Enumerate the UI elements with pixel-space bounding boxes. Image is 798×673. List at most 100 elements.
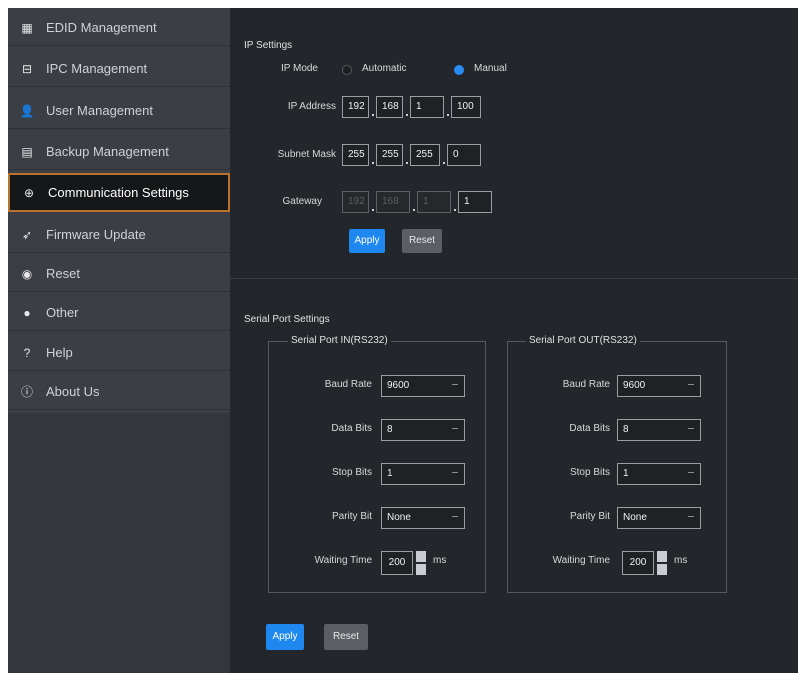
ip-apply-button[interactable]: Apply [349, 229, 385, 253]
out-data-bits-select[interactable]: 8 [617, 419, 701, 441]
gateway-octet-4-input[interactable]: 1 [458, 191, 492, 213]
reset-icon: ◉ [21, 266, 33, 281]
out-waiting-time-unit: ms [674, 555, 688, 566]
serial-reset-button[interactable]: Reset [324, 624, 368, 650]
mask-octet-3-input[interactable]: 255 [410, 144, 440, 166]
spin-up-icon[interactable] [657, 551, 667, 562]
globe-icon: ⊕ [23, 185, 35, 200]
chevron-down-icon [688, 472, 694, 473]
out-baud-select[interactable]: 9600 [617, 375, 701, 397]
ip-separator [406, 114, 408, 116]
sidebar-item-label: IPC Management [46, 61, 148, 76]
sidebar-item-about-us[interactable]: ⓘ About Us [8, 374, 230, 410]
serial-in-legend: Serial Port IN(RS232) [288, 335, 391, 346]
sidebar-item-edid-management[interactable]: ▦ EDID Management [8, 10, 230, 46]
spin-up-icon[interactable] [416, 551, 426, 562]
mask-separator [372, 162, 374, 164]
sidebar-item-label: User Management [46, 103, 153, 118]
out-stop-bits-select[interactable]: 1 [617, 463, 701, 485]
rocket-icon: ➶ [21, 227, 33, 242]
in-parity-label: Parity Bit [331, 511, 372, 522]
sidebar: ▦ EDID Management ⊟ IPC Management 👤 Use… [8, 8, 230, 673]
out-waiting-time-label: Waiting Time [552, 555, 610, 566]
sidebar-item-communication-settings[interactable]: ⊕ Communication Settings [8, 173, 230, 212]
info-icon: ⓘ [20, 385, 33, 399]
serial-out-legend: Serial Port OUT(RS232) [526, 335, 640, 346]
in-stop-bits-select[interactable]: 1 [381, 463, 465, 485]
serial-apply-button[interactable]: Apply [266, 624, 304, 650]
sidebar-item-help[interactable]: ? Help [8, 335, 230, 371]
sidebar-item-firmware-update[interactable]: ➶ Firmware Update [8, 217, 230, 253]
sidebar-item-label: Help [46, 345, 73, 360]
spin-down-icon[interactable] [657, 564, 667, 575]
mask-octet-1-input[interactable]: 255 [342, 144, 369, 166]
ip-mode-automatic-label: Automatic [362, 63, 407, 74]
out-stop-bits-label: Stop Bits [569, 467, 610, 478]
mask-octet-4-input[interactable]: 0 [447, 144, 481, 166]
app-window: ▦ EDID Management ⊟ IPC Management 👤 Use… [8, 8, 798, 673]
backup-icon: ▤ [21, 144, 33, 159]
out-baud-value: 9600 [623, 380, 646, 391]
ip-mode-label: IP Mode [280, 63, 318, 74]
ip-address-label: IP Address [287, 101, 336, 112]
in-baud-select[interactable]: 9600 [381, 375, 465, 397]
sidebar-item-ipc-management[interactable]: ⊟ IPC Management [8, 51, 230, 87]
ip-mode-manual-radio[interactable] [454, 65, 464, 75]
sidebar-item-label: Communication Settings [48, 185, 189, 200]
sidebar-item-reset[interactable]: ◉ Reset [8, 256, 230, 292]
chevron-down-icon [452, 384, 458, 385]
chevron-down-icon [688, 428, 694, 429]
out-data-bits-value: 8 [623, 424, 629, 435]
out-data-bits-label: Data Bits [569, 423, 610, 434]
subnet-mask-label: Subnet Mask [277, 149, 336, 160]
out-baud-label: Baud Rate [562, 379, 610, 390]
in-parity-select[interactable]: None [381, 507, 465, 529]
in-waiting-time-label: Waiting Time [314, 555, 372, 566]
ip-octet-4-input[interactable]: 100 [451, 96, 481, 118]
ip-separator [447, 114, 449, 116]
gateway-separator [454, 209, 456, 211]
out-waiting-time-input[interactable]: 200 [622, 551, 654, 575]
chevron-down-icon [688, 516, 694, 517]
in-waiting-time-input[interactable]: 200 [381, 551, 413, 575]
in-data-bits-label: Data Bits [331, 423, 372, 434]
chevron-down-icon [452, 472, 458, 473]
sidebar-item-label: Backup Management [46, 144, 169, 159]
in-baud-value: 9600 [387, 380, 410, 391]
gateway-octet-1-input[interactable]: 192 [342, 191, 369, 213]
chevron-down-icon [452, 428, 458, 429]
in-baud-label: Baud Rate [324, 379, 372, 390]
in-stop-bits-value: 1 [387, 468, 393, 479]
sidebar-item-backup-management[interactable]: ▤ Backup Management [8, 134, 230, 170]
sidebar-item-label: EDID Management [46, 20, 157, 35]
out-parity-value: None [623, 512, 647, 523]
out-waiting-time-stepper[interactable] [657, 551, 667, 575]
sidebar-item-other[interactable]: ● Other [8, 295, 230, 331]
section-divider [230, 278, 798, 279]
in-stop-bits-label: Stop Bits [331, 467, 372, 478]
ip-octet-2-input[interactable]: 168 [376, 96, 403, 118]
mask-separator [443, 162, 445, 164]
ip-reset-button[interactable]: Reset [402, 229, 442, 253]
in-waiting-time-stepper[interactable] [416, 551, 426, 575]
ip-octet-3-input[interactable]: 1 [410, 96, 444, 118]
in-data-bits-select[interactable]: 8 [381, 419, 465, 441]
out-stop-bits-value: 1 [623, 468, 629, 479]
ip-settings-title: IP Settings [244, 40, 293, 51]
grid-icon: ▦ [21, 20, 33, 35]
out-parity-select[interactable]: None [617, 507, 701, 529]
ip-mode-automatic-radio[interactable] [342, 65, 352, 75]
gateway-octet-3-input[interactable]: 1 [417, 191, 451, 213]
spin-down-icon[interactable] [416, 564, 426, 575]
mask-octet-2-input[interactable]: 255 [376, 144, 403, 166]
gateway-separator [413, 209, 415, 211]
chevron-down-icon [452, 516, 458, 517]
chevron-down-icon [688, 384, 694, 385]
gateway-octet-2-input[interactable]: 168 [376, 191, 410, 213]
ip-octet-1-input[interactable]: 192 [342, 96, 369, 118]
mask-separator [406, 162, 408, 164]
main-panel: IP Settings IP Mode Automatic Manual IP … [230, 8, 798, 673]
out-parity-label: Parity Bit [569, 511, 610, 522]
help-icon: ? [23, 345, 31, 360]
sidebar-item-user-management[interactable]: 👤 User Management [8, 93, 230, 129]
